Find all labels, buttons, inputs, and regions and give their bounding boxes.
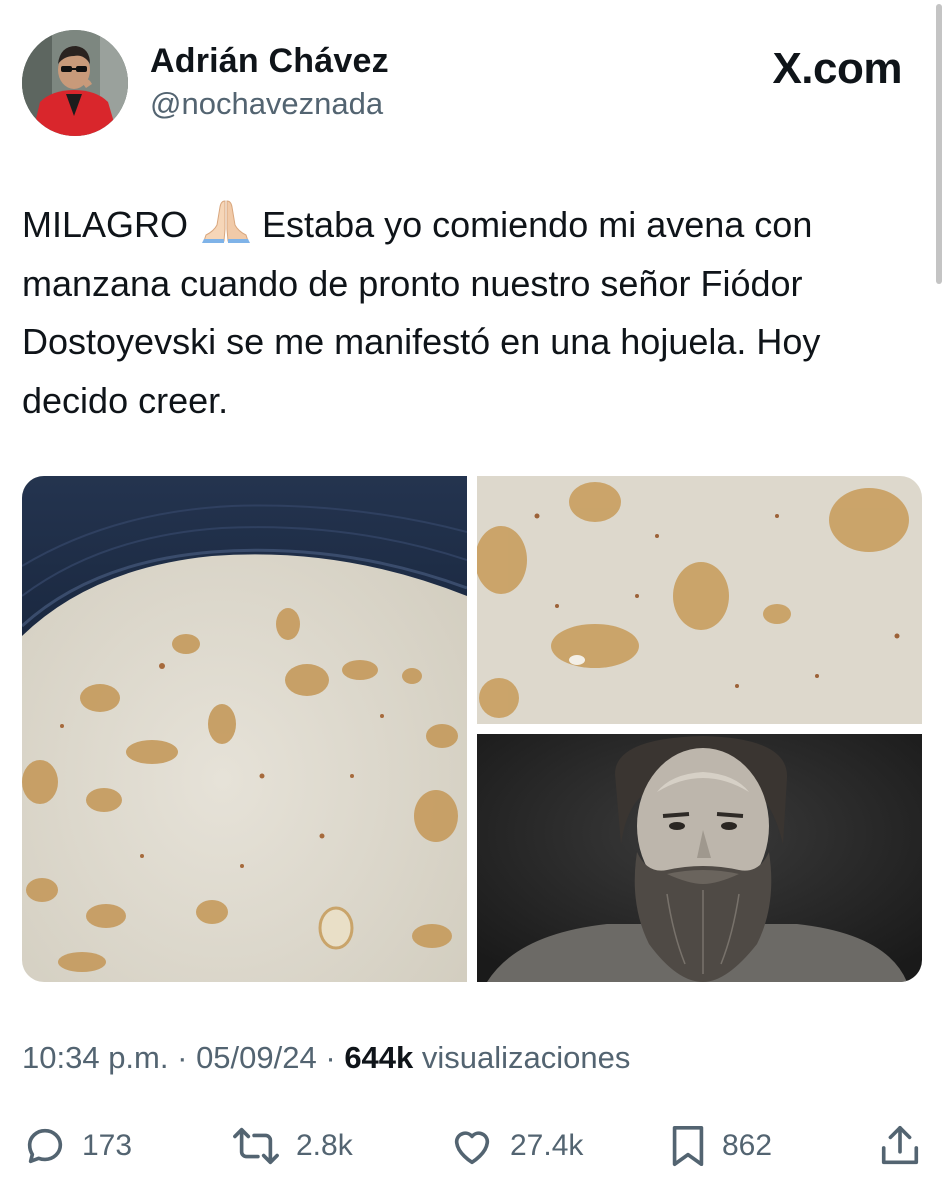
scrollbar[interactable] [936,4,942,284]
retweet-count: 2.8k [296,1129,353,1162]
retweet-button[interactable]: 2.8k [230,1118,353,1174]
dostoevsky-portrait-photo[interactable] [477,734,922,982]
oatmeal-bowl-photo[interactable] [22,476,467,982]
share-button[interactable] [878,1118,922,1174]
bookmark-icon [668,1123,708,1169]
action-bar: 173 2.8k 27.4k 862 [22,1118,922,1174]
views-label: visualizaciones [421,1040,631,1075]
media-grid [22,476,922,982]
tweet-meta: 10:34 p.m. · 05/09/24 · 644k visualizaci… [22,1040,630,1076]
oatmeal-flake-closeup-photo[interactable] [477,476,922,724]
tweet-header: Adrián Chávez @nochaveznada X.com [22,28,922,138]
share-icon [878,1123,922,1169]
reply-button[interactable]: 173 [22,1118,132,1174]
avatar[interactable] [22,30,128,136]
meta-separator: · [177,1040,188,1075]
views-count: 644k [344,1040,414,1075]
retweet-icon [230,1123,282,1169]
heart-icon [448,1123,496,1169]
tweet-text: MILAGRO Estaba yo comiendo mi avena con … [22,196,927,430]
folded-hands-icon [200,197,252,243]
author-handle[interactable]: @nochaveznada [150,86,383,122]
x-brand-label: X.com [772,44,902,93]
reply-count: 173 [82,1129,133,1162]
tweet-time[interactable]: 10:34 p.m. [22,1040,168,1075]
like-button[interactable]: 27.4k [448,1118,583,1174]
meta-separator: · [325,1040,336,1075]
tweet-date[interactable]: 05/09/24 [196,1040,317,1075]
tweet-text-start: MILAGRO [22,204,189,245]
author-name[interactable]: Adrián Chávez [150,42,389,81]
like-count: 27.4k [510,1129,584,1162]
bookmark-button[interactable]: 862 [668,1118,772,1174]
bookmark-count: 862 [722,1129,773,1162]
reply-icon [22,1123,68,1169]
